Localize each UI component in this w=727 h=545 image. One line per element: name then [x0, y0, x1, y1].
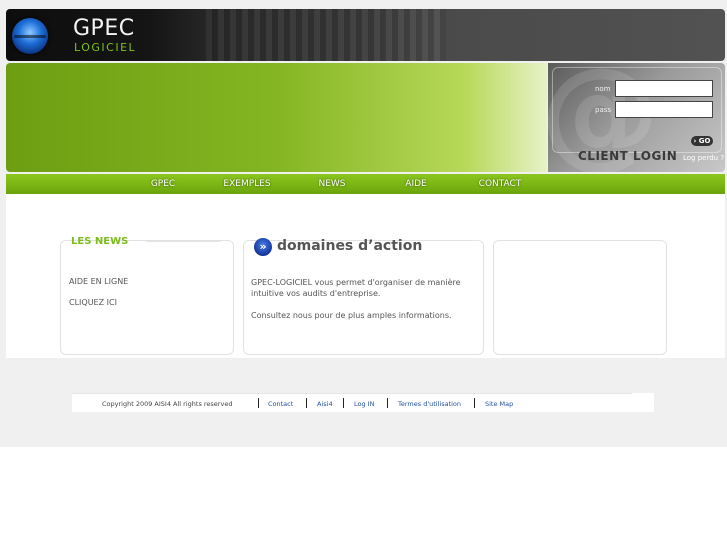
footer-separator: [258, 398, 259, 408]
right-panel: [493, 240, 667, 355]
main-nav: GPEC EXEMPLES NEWS AIDE CONTACT: [6, 174, 725, 194]
client-login-label: CLIENT LOGIN: [578, 149, 678, 163]
footer-separator: [343, 398, 344, 408]
go-button[interactable]: › GO: [691, 136, 713, 146]
footer-link-aisi4[interactable]: Aisi4: [317, 400, 333, 408]
site-header: GPEC LOGICIEL: [6, 9, 725, 61]
footer-link-termes[interactable]: Termes d'utilisation: [398, 400, 461, 408]
nom-input[interactable]: [615, 80, 713, 97]
footer-link-contact[interactable]: Contact: [268, 400, 293, 408]
nav-aide[interactable]: AIDE: [405, 174, 426, 194]
nav-exemples[interactable]: EXEMPLES: [223, 174, 270, 194]
footer-link-login[interactable]: Log IN: [354, 400, 374, 408]
site-footer: Copyright 2009 AISI4 All rights reserved…: [72, 393, 654, 412]
news-title-rule: [146, 241, 221, 242]
site-subtitle: LOGICIEL: [74, 41, 137, 54]
footer-separator: [474, 398, 475, 408]
copyright-text: Copyright 2009 AISI4 All rights reserved: [102, 400, 233, 408]
header-stripes: [206, 9, 446, 61]
pass-input[interactable]: [615, 101, 713, 118]
nav-gpec[interactable]: GPEC: [151, 174, 175, 194]
client-login-box: @ nom pass › GO CLIENT LOGIN Log perdu ?: [548, 63, 725, 172]
news-title: LES NEWS: [71, 236, 129, 247]
domaines-paragraph-2: Consultez nous pour de plus amples infor…: [251, 311, 452, 320]
green-banner: [6, 63, 547, 172]
nav-news[interactable]: NEWS: [318, 174, 345, 194]
nav-contact[interactable]: CONTACT: [479, 174, 522, 194]
footer-link-sitemap[interactable]: Site Map: [485, 400, 513, 408]
footer-separator: [387, 398, 388, 408]
arrow-right-icon: »: [254, 238, 272, 256]
news-link-cliquez[interactable]: CLIQUEZ ICI: [69, 298, 117, 307]
news-link-aide[interactable]: AIDE EN LIGNE: [69, 277, 128, 286]
lost-login-link[interactable]: Log perdu ?: [683, 154, 724, 162]
pass-label: pass: [595, 106, 612, 114]
domaines-title: domaines d’action: [277, 238, 423, 254]
footer-rule: [72, 393, 632, 394]
site-title[interactable]: GPEC: [73, 16, 135, 41]
nom-label: nom: [595, 85, 611, 93]
domaines-paragraph-1: GPEC-LOGICIEL vous permet d'organiser de…: [251, 278, 461, 298]
globe-logo-icon: [12, 18, 48, 54]
footer-separator: [306, 398, 307, 408]
